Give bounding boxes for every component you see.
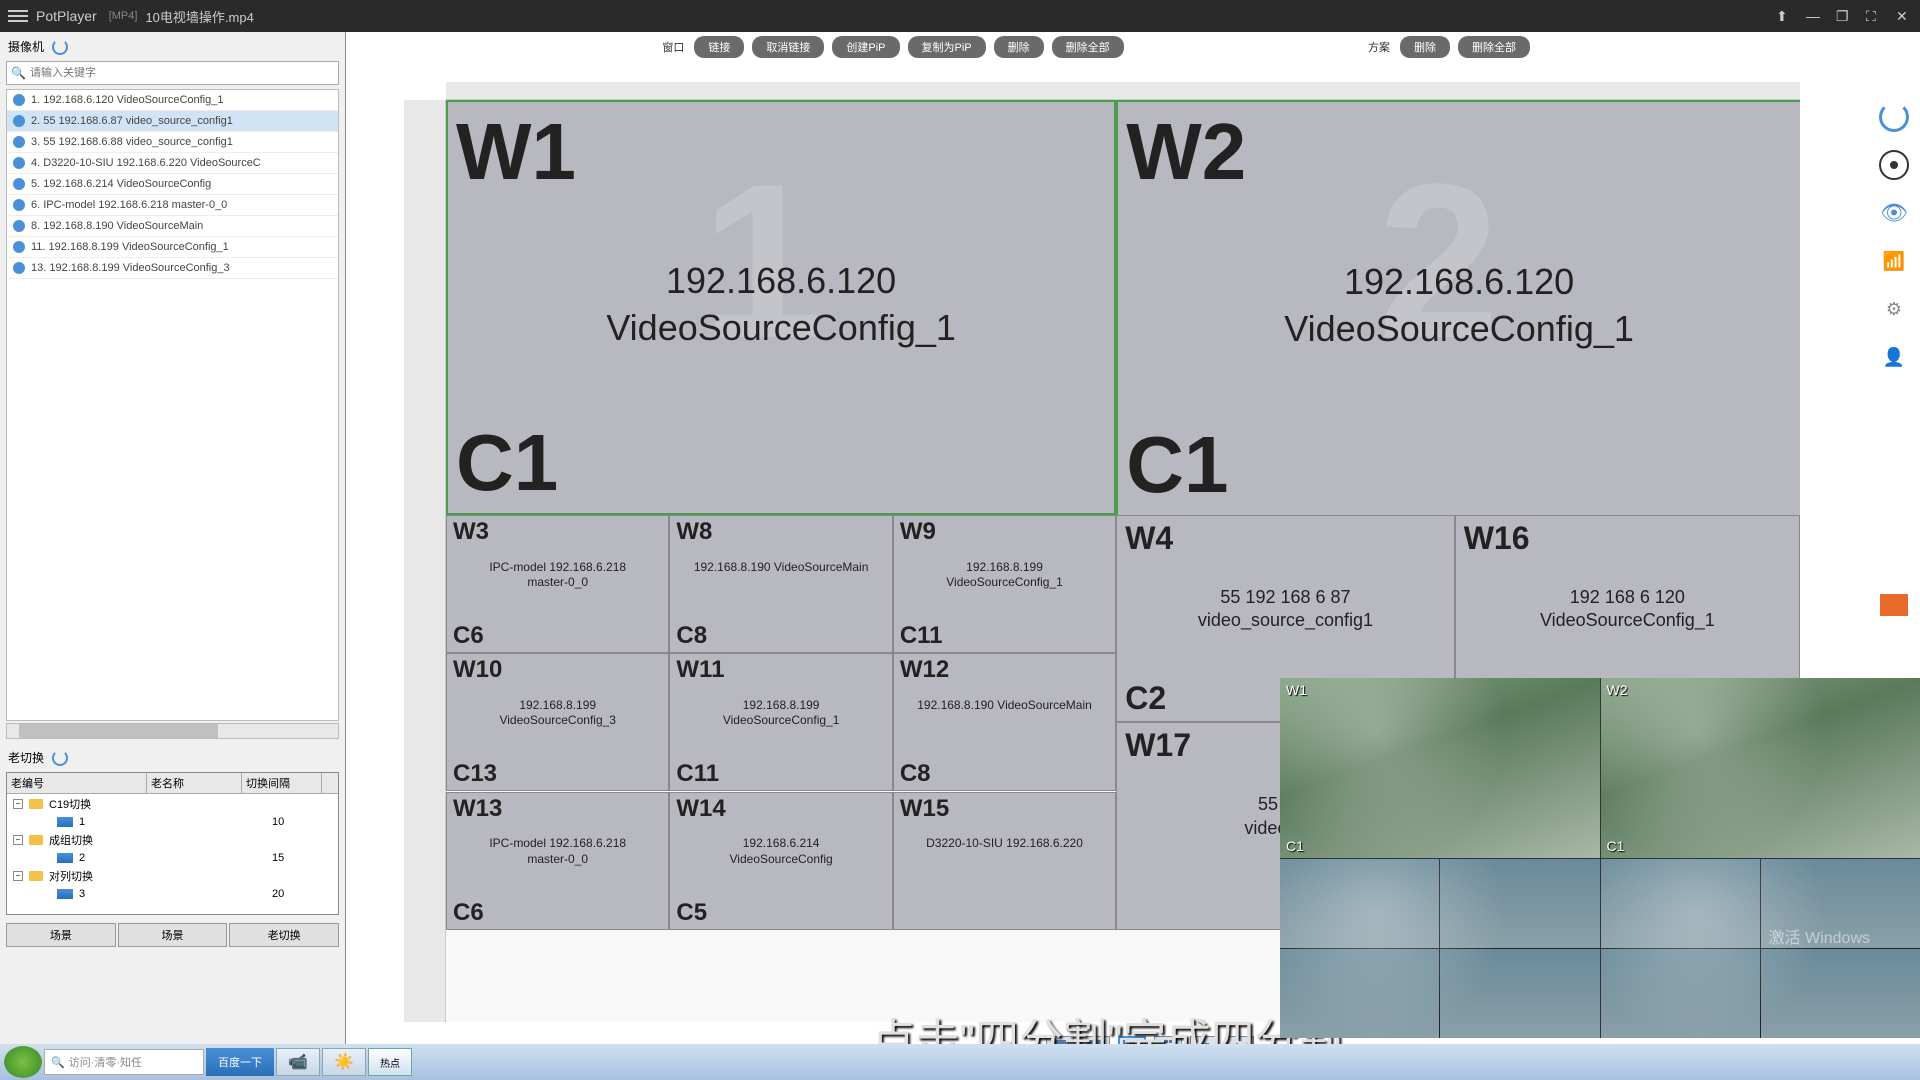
camera-item[interactable]: 4. D3220-10-SIU 192.168.6.220 VideoSourc… xyxy=(7,153,338,174)
pin-icon[interactable]: ⬆ xyxy=(1776,8,1792,24)
window-label: 窗口 xyxy=(662,39,684,55)
format-badge: [MP4] xyxy=(109,10,138,22)
preview-cell[interactable]: W1C1 xyxy=(1280,678,1600,858)
preview-cell[interactable] xyxy=(1280,859,1600,1039)
wall-cell[interactable]: W9192.168.8.199VideoSourceConfig_1C11 xyxy=(893,515,1116,653)
taskbar-search[interactable]: 🔍访问·清零·知任 xyxy=(44,1049,204,1075)
close-icon[interactable]: ✕ xyxy=(1896,8,1912,24)
camera-item[interactable]: 11. 192.168.8.199 VideoSourceConfig_1 xyxy=(7,237,338,258)
camera-item[interactable]: 6. IPC-model 192.168.6.218 master-0_0 xyxy=(7,195,338,216)
wall-cell[interactable]: W11192.168.8.199VideoSourceConfig_1C11 xyxy=(669,653,892,791)
refresh-icon[interactable] xyxy=(52,750,68,766)
taskbar-item[interactable]: 热点 xyxy=(368,1048,412,1076)
menu-icon[interactable] xyxy=(8,10,28,22)
tree-folder[interactable]: −成组切换 xyxy=(7,830,338,850)
camera-item[interactable]: 3. 55 192.168.6.88 video_source_config1 xyxy=(7,132,338,153)
start-button[interactable] xyxy=(4,1046,42,1078)
preview-cell[interactable]: W2C1 xyxy=(1601,678,1920,858)
wall-cell[interactable]: W15D3220-10-SIU 192.168.6.220 xyxy=(893,792,1116,930)
windows-watermark: 激活 Windows xyxy=(1769,924,1870,948)
wall-cell[interactable]: 2 W2 192.168.6.120VideoSourceConfig_1 C1 xyxy=(1116,100,1800,515)
restore-icon[interactable]: ❐ xyxy=(1836,8,1852,24)
link-button[interactable]: 链接 xyxy=(694,36,744,58)
taskbar-item[interactable]: ☀️ xyxy=(322,1048,366,1076)
refresh-icon[interactable] xyxy=(52,39,68,55)
scheme-delete-all-button[interactable]: 删除全部 xyxy=(1458,36,1530,58)
col-header: 切换间隔 xyxy=(242,773,322,793)
h-scrollbar[interactable] xyxy=(6,723,339,739)
search-field[interactable] xyxy=(30,67,334,79)
camera-item[interactable]: 2. 55 192.168.6.87 video_source_config1 xyxy=(7,111,338,132)
file-name: 10电视墙操作.mp4 xyxy=(145,7,253,26)
scheme-delete-button[interactable]: 删除 xyxy=(1400,36,1450,58)
wall-cell[interactable]: W3IPC-model 192.168.6.218master-0_0C6 xyxy=(446,515,669,653)
tree-item[interactable]: 215 xyxy=(7,850,338,866)
target-icon[interactable] xyxy=(1879,150,1909,180)
camera-list[interactable]: 1. 192.168.6.120 VideoSourceConfig_1 2. … xyxy=(6,89,339,721)
switch-table: 老编号 老名称 切换间隔 −C19切换 110 −成组切换 215 −对列切换 … xyxy=(6,772,339,915)
taskbar-item[interactable]: 📹 xyxy=(276,1048,320,1076)
scene-button[interactable]: 场景 xyxy=(6,923,116,947)
wall-cell[interactable]: 1 W1 192.168.6.120VideoSourceConfig_1 C1 xyxy=(446,100,1116,515)
camera-item[interactable]: 8. 192.168.8.190 VideoSourceMain xyxy=(7,216,338,237)
switch-button[interactable]: 老切换 xyxy=(229,923,339,947)
wall-cell[interactable]: W8192.168.8.190 VideoSourceMainC8 xyxy=(669,515,892,653)
app-name: PotPlayer xyxy=(36,8,97,24)
baidu-button[interactable]: 百度一下 xyxy=(206,1048,274,1076)
wall-cell[interactable]: W10192.168.8.199VideoSourceConfig_3C13 xyxy=(446,653,669,791)
wifi-icon[interactable]: 📶 xyxy=(1879,246,1909,276)
scheme-label: 方案 xyxy=(1368,39,1390,55)
preview-cell[interactable] xyxy=(1601,859,1920,1039)
cameras-label: 摄像机 xyxy=(8,38,44,55)
wall-cell[interactable]: W14192.168.6.214VideoSourceConfigC5 xyxy=(669,792,892,930)
tree-folder[interactable]: −对列切换 xyxy=(7,866,338,886)
camera-item[interactable]: 13. 192.168.8.199 VideoSourceConfig_3 xyxy=(7,258,338,279)
left-sidebar: 摄像机 🔍 1. 192.168.6.120 VideoSourceConfig… xyxy=(0,32,346,1080)
delete-button[interactable]: 删除 xyxy=(994,36,1044,58)
scene-button[interactable]: 场景 xyxy=(118,923,228,947)
toolbar: 窗口 链接 取消链接 创建PiP 复制为PiP 删除 删除全部 方案 删除 删除… xyxy=(346,32,1868,62)
eye-icon[interactable]: 👁 xyxy=(1879,198,1909,228)
search-icon: 🔍 xyxy=(11,66,26,80)
wall-cell[interactable]: W12192.168.8.190 VideoSourceMainC8 xyxy=(893,653,1116,791)
wall-cell[interactable]: W13IPC-model 192.168.6.218master-0_0C6 xyxy=(446,792,669,930)
tree-folder[interactable]: −C19切换 xyxy=(7,794,338,814)
title-bar: PotPlayer [MP4] 10电视墙操作.mp4 ⬆ — ❐ ⛶ ✕ xyxy=(0,0,1920,32)
ruler-left xyxy=(404,100,446,1022)
user-icon[interactable]: 👤 xyxy=(1879,342,1909,372)
tree-item[interactable]: 320 xyxy=(7,886,338,902)
refresh-icon[interactable] xyxy=(1879,102,1909,132)
ruler-top xyxy=(446,82,1800,100)
minimize-icon[interactable]: — xyxy=(1806,8,1822,24)
switch-label: 老切换 xyxy=(8,749,44,766)
copy-pip-button[interactable]: 复制为PiP xyxy=(908,36,986,58)
tree-item[interactable]: 110 xyxy=(7,814,338,830)
windows-taskbar[interactable]: 🔍访问·清零·知任 百度一下 📹 ☀️ 热点 xyxy=(0,1044,1920,1080)
col-header: 老名称 xyxy=(147,773,242,793)
maximize-icon[interactable]: ⛶ xyxy=(1866,8,1882,24)
camera-item[interactable]: 5. 192.168.6.214 VideoSourceConfig xyxy=(7,174,338,195)
unlink-button[interactable]: 取消链接 xyxy=(752,36,824,58)
delete-all-button[interactable]: 删除全部 xyxy=(1052,36,1124,58)
search-input[interactable]: 🔍 xyxy=(6,61,339,85)
col-header: 老编号 xyxy=(7,773,147,793)
create-pip-button[interactable]: 创建PiP xyxy=(832,36,899,58)
camera-item[interactable]: 1. 192.168.6.120 VideoSourceConfig_1 xyxy=(7,90,338,111)
flag-icon[interactable] xyxy=(1879,590,1909,620)
preview-pane[interactable]: W1C1 W2C1 激活 Windows xyxy=(1280,678,1920,1038)
gear-icon[interactable]: ⚙ xyxy=(1879,294,1909,324)
